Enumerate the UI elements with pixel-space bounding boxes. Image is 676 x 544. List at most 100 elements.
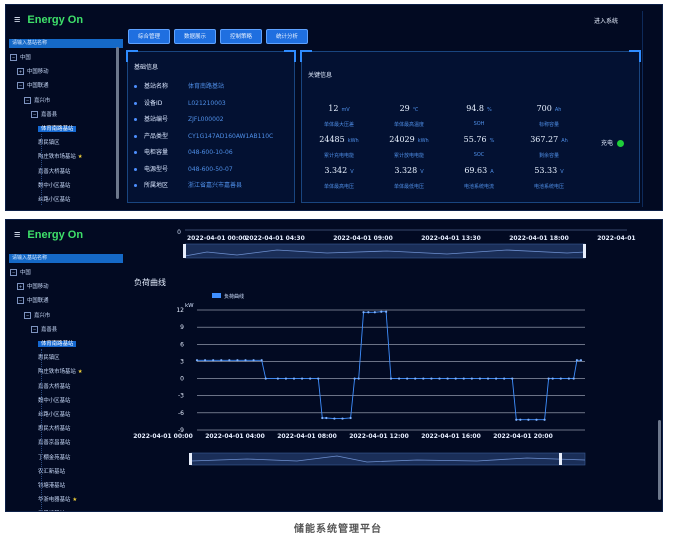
- tree-item[interactable]: 体育南路基站: [38, 124, 77, 134]
- data-point[interactable]: [406, 377, 409, 380]
- tree-item[interactable]: + 中国移动: [17, 67, 49, 77]
- data-point[interactable]: [572, 377, 575, 380]
- tree-item[interactable]: 华浙电器基站 ★: [38, 495, 77, 505]
- station-search-input[interactable]: 请输入基站名称: [9, 254, 123, 263]
- data-point[interactable]: [551, 377, 554, 380]
- data-point[interactable]: [519, 418, 522, 421]
- data-point[interactable]: [353, 377, 356, 380]
- tree-item[interactable]: 嘉善大桥基站: [38, 382, 70, 392]
- data-point[interactable]: [579, 359, 583, 362]
- data-point[interactable]: [446, 377, 449, 380]
- data-point[interactable]: [244, 359, 247, 362]
- data-point[interactable]: [567, 377, 570, 380]
- data-point[interactable]: [212, 359, 215, 362]
- tree-item[interactable]: 陶庄铁市场基站 ★: [38, 367, 83, 377]
- tree-item[interactable]: 陶庄铁市场基站 ★: [38, 152, 83, 162]
- data-point[interactable]: [559, 377, 562, 380]
- menu-icon[interactable]: ≡: [14, 229, 20, 241]
- data-point[interactable]: [494, 377, 498, 380]
- data-point[interactable]: [373, 311, 376, 314]
- slider-handle-left[interactable]: [189, 453, 192, 465]
- data-point[interactable]: [503, 377, 506, 380]
- data-point[interactable]: [220, 359, 223, 362]
- data-point[interactable]: [321, 416, 324, 420]
- tab-data-display[interactable]: 数据展示: [174, 29, 216, 44]
- legend-label[interactable]: 负荷曲线: [224, 293, 244, 300]
- data-point[interactable]: [349, 416, 352, 420]
- slider-handle-right[interactable]: [583, 244, 586, 258]
- data-point[interactable]: [236, 359, 239, 362]
- tree-item[interactable]: − 嘉善县: [31, 325, 57, 335]
- tree-item[interactable]: 嘉善京昌基站: [38, 438, 70, 448]
- slider-handle-right[interactable]: [559, 453, 562, 465]
- tab-control-strategy[interactable]: 控制策略: [220, 29, 262, 44]
- data-point[interactable]: [325, 416, 328, 420]
- tree-item[interactable]: 体育南路基站: [38, 339, 77, 349]
- data-point[interactable]: [341, 417, 344, 420]
- tree-item[interactable]: 惠民大桥基站: [38, 424, 70, 434]
- data-point[interactable]: [333, 417, 336, 420]
- data-point[interactable]: [276, 377, 279, 380]
- data-point[interactable]: [575, 359, 579, 362]
- data-point[interactable]: [380, 310, 383, 313]
- data-point[interactable]: [300, 377, 304, 380]
- tree-item[interactable]: − 中国联通: [17, 296, 49, 306]
- tree-item[interactable]: 魏中小区基站: [38, 181, 70, 191]
- data-point[interactable]: [389, 377, 393, 380]
- collapse-icon[interactable]: −: [24, 96, 31, 104]
- data-point[interactable]: [397, 377, 401, 380]
- expand-icon[interactable]: +: [17, 283, 24, 291]
- tree-item[interactable]: − 中国: [10, 53, 31, 63]
- collapse-icon[interactable]: −: [10, 54, 17, 61]
- tree-item[interactable]: 农汇新基站: [38, 467, 65, 477]
- sidebar-scrollbar[interactable]: [116, 47, 119, 199]
- slider-handle-left[interactable]: [183, 244, 186, 258]
- legend-swatch[interactable]: [212, 293, 221, 298]
- data-point[interactable]: [414, 377, 417, 380]
- tree-item[interactable]: 丝路小区基站: [38, 410, 70, 420]
- data-point[interactable]: [362, 311, 365, 314]
- data-point[interactable]: [511, 377, 514, 380]
- station-search-input[interactable]: 请输入基站名称: [9, 39, 123, 48]
- data-point[interactable]: [357, 377, 360, 380]
- data-point[interactable]: [547, 377, 550, 380]
- tab-statistical-analysis[interactable]: 统计分析: [266, 29, 308, 44]
- data-point[interactable]: [515, 418, 518, 421]
- data-point[interactable]: [470, 377, 473, 380]
- tree-item[interactable]: 钱塘港基站: [38, 481, 65, 491]
- collapse-icon[interactable]: −: [31, 325, 38, 333]
- data-point[interactable]: [195, 359, 199, 362]
- data-point[interactable]: [478, 377, 482, 380]
- collapse-icon[interactable]: −: [17, 82, 24, 90]
- data-point[interactable]: [385, 310, 388, 313]
- page-scrollbar[interactable]: [658, 420, 661, 500]
- data-point[interactable]: [486, 377, 490, 380]
- data-point[interactable]: [438, 377, 441, 380]
- data-point[interactable]: [264, 377, 267, 380]
- tree-item[interactable]: 嘉善大桥基站: [38, 167, 70, 177]
- tree-item[interactable]: − 嘉兴市: [24, 96, 50, 106]
- data-point[interactable]: [284, 377, 288, 380]
- tree-item[interactable]: − 嘉善县: [31, 110, 57, 120]
- tree-item[interactable]: 丝路小区基站: [38, 195, 70, 205]
- data-point[interactable]: [228, 359, 231, 362]
- time-slider-bottom[interactable]: [127, 449, 637, 471]
- enter-system-link[interactable]: 进入系统: [594, 16, 618, 25]
- data-point[interactable]: [535, 418, 538, 421]
- collapse-icon[interactable]: −: [31, 110, 38, 118]
- tree-item[interactable]: − 中国联通: [17, 81, 49, 91]
- data-point[interactable]: [203, 359, 207, 362]
- data-point[interactable]: [317, 377, 320, 380]
- time-slider-top[interactable]: 0 2022-04-01 00:002022-04-01 04:30 2022-0…: [127, 226, 637, 266]
- data-point[interactable]: [430, 377, 433, 380]
- tree-item[interactable]: 魏中小区基站: [38, 396, 70, 406]
- data-point[interactable]: [260, 359, 263, 362]
- data-point[interactable]: [292, 377, 296, 380]
- tab-comprehensive-management[interactable]: 综合管理: [128, 29, 170, 44]
- collapse-icon[interactable]: −: [17, 297, 24, 305]
- data-point[interactable]: [527, 418, 530, 421]
- tree-item[interactable]: − 中国: [10, 268, 31, 278]
- tree-item[interactable]: 丁棚金苑基站: [38, 453, 70, 463]
- tree-item[interactable]: + 中国移动: [17, 282, 49, 292]
- expand-icon[interactable]: +: [17, 68, 24, 76]
